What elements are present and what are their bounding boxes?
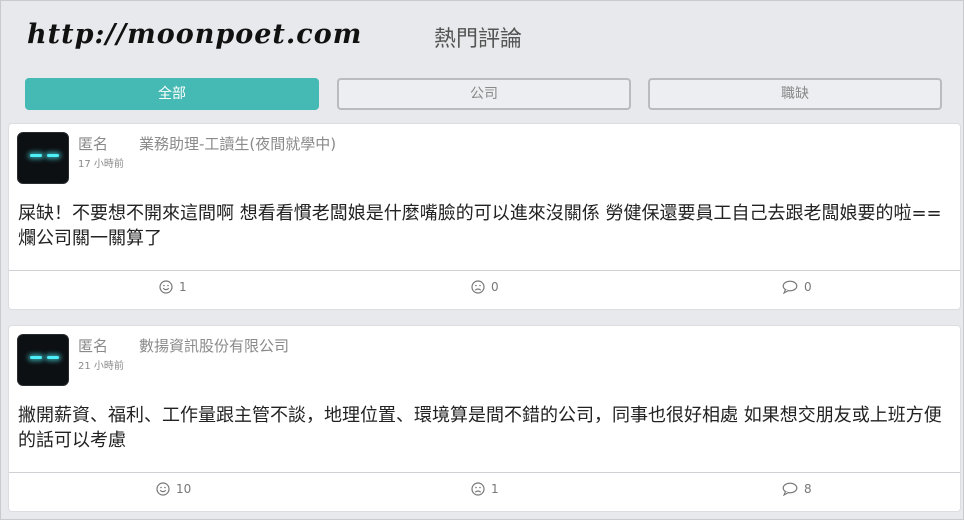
avatar[interactable]: [17, 132, 69, 184]
smile-icon: [159, 280, 173, 294]
smile-icon: [156, 482, 170, 496]
watermark: http://moonpoet.com: [27, 19, 363, 50]
like-button[interactable]: 10: [156, 482, 191, 496]
frown-icon: [471, 280, 485, 294]
post-time: 17 小時前: [78, 159, 124, 170]
like-count: 10: [176, 482, 192, 496]
header: http://moonpoet.com 熱門評論: [1, 1, 964, 71]
comment-icon: [782, 482, 798, 496]
comment-count: 0: [804, 280, 812, 294]
avatar-eye: [47, 154, 59, 157]
comment-button[interactable]: 0: [782, 280, 812, 294]
filter-tabs: 全部 公司 職缺: [1, 78, 964, 110]
post-content: 屎缺！不要想不開來這間啊 想看看慣老闆娘是什麼嘴臉的可以進來沒關係 勞健保還要員…: [18, 203, 942, 249]
divider: [9, 472, 960, 473]
post-content: 撇開薪資、福利、工作量跟主管不談，地理位置、環境算是間不錯的公司，同事也很好相處…: [18, 405, 942, 451]
post-time: 21 小時前: [78, 361, 124, 372]
post-card: 匿名 業務助理-工讀生(夜間就學中) 17 小時前 屎缺！不要想不開來這間啊 想…: [9, 124, 960, 309]
avatar-eye: [30, 154, 42, 157]
comment-icon: [782, 280, 798, 294]
post-position[interactable]: 業務助理-工讀生(夜間就學中): [139, 133, 336, 154]
tab-job[interactable]: 職缺: [648, 78, 942, 110]
post-author: 匿名: [78, 337, 109, 355]
frown-icon: [471, 482, 485, 496]
post-author: 匿名: [78, 135, 109, 153]
tab-company[interactable]: 公司: [337, 78, 631, 110]
comment-count: 8: [804, 482, 812, 496]
comment-button[interactable]: 8: [782, 482, 812, 496]
avatar[interactable]: [17, 334, 69, 386]
post-position[interactable]: 數揚資訊股份有限公司: [139, 335, 289, 356]
avatar-eye: [47, 356, 59, 359]
dislike-button[interactable]: 1: [471, 482, 499, 496]
page-title: 熱門評論: [434, 27, 523, 52]
divider: [9, 270, 960, 271]
post-card: 匿名 數揚資訊股份有限公司 21 小時前 撇開薪資、福利、工作量跟主管不談，地理…: [9, 326, 960, 511]
like-button[interactable]: 1: [159, 280, 187, 294]
tab-all[interactable]: 全部: [25, 78, 319, 110]
avatar-eye: [30, 356, 42, 359]
dislike-count: 0: [491, 280, 499, 294]
like-count: 1: [179, 280, 187, 294]
dislike-count: 1: [491, 482, 499, 496]
dislike-button[interactable]: 0: [471, 280, 499, 294]
